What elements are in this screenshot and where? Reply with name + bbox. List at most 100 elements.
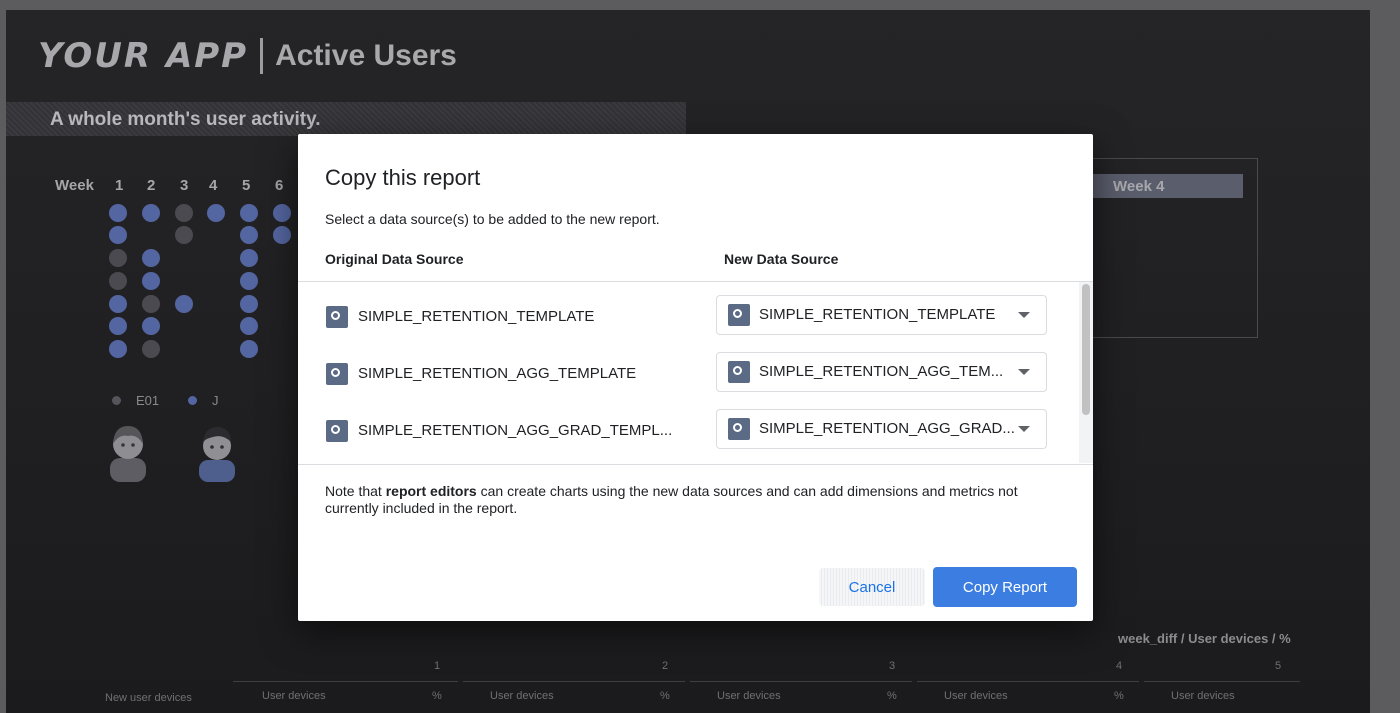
editor-note: Note that report editors can create char…: [325, 483, 1065, 517]
table-column-divider: [1144, 681, 1300, 682]
activity-dot: [240, 340, 258, 358]
table-column-divider: [463, 681, 685, 682]
activity-dot: [142, 340, 160, 358]
legend-dot-icon: [188, 396, 197, 405]
legend-dot-icon: [112, 396, 121, 405]
note-emphasis: report editors: [385, 483, 477, 499]
week-number: 6: [275, 177, 284, 194]
activity-dot: [109, 272, 127, 290]
selected-source: SIMPLE_RETENTION_AGG_GRAD...: [759, 420, 1015, 437]
activity-dot: [240, 295, 258, 313]
activity-dot: [109, 340, 127, 358]
table-column-number: 5: [1275, 660, 1282, 672]
week-axis-label: Week: [55, 177, 94, 194]
table-column-number: 3: [889, 660, 896, 672]
activity-dot: [142, 272, 160, 290]
week-number: 4: [209, 177, 218, 194]
dropdown-arrow-icon: [1018, 369, 1030, 375]
copy-report-button[interactable]: Copy Report: [933, 567, 1077, 607]
activity-dot: [142, 204, 160, 222]
dialog-description: Select a data source(s) to be added to t…: [325, 211, 660, 227]
activity-dot: [142, 295, 160, 313]
user-avatar-icon: [199, 426, 235, 482]
original-source-name: SIMPLE_RETENTION_AGG_GRAD_TEMPL...: [358, 422, 673, 439]
new-source-select[interactable]: SIMPLE_RETENTION_AGG_TEM...: [716, 352, 1047, 392]
note-prefix: Note that: [325, 483, 386, 499]
activity-dot: [142, 317, 160, 335]
week-number: 5: [242, 177, 251, 194]
activity-dot: [142, 249, 160, 267]
report-title: Active Users: [275, 39, 457, 72]
report-subtitle: A whole month's user activity.: [50, 109, 321, 130]
source-list-scrollbar[interactable]: [1079, 282, 1093, 463]
activity-dot: [207, 204, 225, 222]
new-source-header: New Data Source: [724, 251, 839, 267]
divider: [298, 281, 1093, 282]
activity-dot: [109, 295, 127, 313]
title-divider: [260, 38, 264, 74]
dropdown-arrow-icon: [1018, 426, 1030, 432]
week-number: 2: [147, 177, 156, 194]
table-column-header: User devices: [944, 690, 1008, 702]
table-column-header: User devices: [262, 690, 326, 702]
activity-dot: [109, 204, 127, 222]
table-column-divider: [690, 681, 912, 682]
data-source-row: SIMPLE_RETENTION_TEMPLATE SIMPLE_RETENTI…: [298, 293, 1078, 338]
new-source-select[interactable]: SIMPLE_RETENTION_TEMPLATE: [716, 295, 1047, 335]
data-source-row: SIMPLE_RETENTION_AGG_GRAD_TEMPL... SIMPL…: [298, 407, 1078, 452]
data-source-row: SIMPLE_RETENTION_AGG_TEMPLATE SIMPLE_RET…: [298, 350, 1078, 395]
retention-table-title: week_diff / User devices / %: [1118, 631, 1291, 646]
activity-dot: [240, 317, 258, 335]
copy-report-dialog: Copy this report Select a data source(s)…: [298, 134, 1093, 621]
table-row-header: New user devices: [105, 692, 192, 704]
table-column-header: %: [660, 690, 670, 702]
week4-label: Week 4: [1113, 178, 1165, 195]
table-column-number: 2: [662, 660, 669, 672]
user-avatar-icon: [110, 426, 146, 482]
activity-dot: [175, 204, 193, 222]
activity-dot: [240, 272, 258, 290]
week-number: 3: [180, 177, 189, 194]
new-source-select[interactable]: SIMPLE_RETENTION_AGG_GRAD...: [716, 409, 1047, 449]
bigquery-icon: [728, 304, 750, 326]
table-column-divider: [917, 681, 1139, 682]
original-source-name: SIMPLE_RETENTION_AGG_TEMPLATE: [358, 365, 637, 382]
original-source-header: Original Data Source: [325, 251, 464, 267]
activity-dot: [240, 249, 258, 267]
activity-dot: [109, 226, 127, 244]
table-column-header: User devices: [490, 690, 554, 702]
table-column-divider: [233, 681, 458, 682]
table-column-header: User devices: [717, 690, 781, 702]
activity-dot: [175, 226, 193, 244]
original-source-name: SIMPLE_RETENTION_TEMPLATE: [358, 308, 595, 325]
activity-dot: [175, 295, 193, 313]
bigquery-icon: [326, 306, 348, 328]
bigquery-icon: [326, 363, 348, 385]
bigquery-icon: [728, 418, 750, 440]
activity-dot: [109, 249, 127, 267]
report-header: YOUR APP Active Users: [38, 34, 457, 78]
week-number: 1: [115, 177, 124, 194]
activity-dot: [273, 204, 291, 222]
cancel-button[interactable]: Cancel: [819, 568, 925, 606]
table-column-number: 4: [1116, 660, 1123, 672]
dropdown-arrow-icon: [1018, 312, 1030, 318]
legend-label: E01: [136, 393, 160, 408]
scrollbar-thumb[interactable]: [1082, 284, 1090, 415]
selected-source: SIMPLE_RETENTION_TEMPLATE: [759, 306, 996, 323]
legend-label: J: [212, 393, 219, 408]
bigquery-icon: [326, 420, 348, 442]
activity-dot: [109, 317, 127, 335]
activity-dot: [240, 204, 258, 222]
table-column-header: %: [1114, 690, 1124, 702]
table-column-header: User devices: [1171, 690, 1235, 702]
dialog-title: Copy this report: [325, 165, 481, 190]
divider: [298, 464, 1093, 465]
activity-dot: [273, 226, 291, 244]
app-logo: YOUR APP: [38, 36, 249, 76]
activity-dot: [240, 226, 258, 244]
table-column-header: %: [432, 690, 442, 702]
bigquery-icon: [728, 361, 750, 383]
selected-source: SIMPLE_RETENTION_AGG_TEM...: [759, 363, 1004, 380]
table-column-header: %: [887, 690, 897, 702]
